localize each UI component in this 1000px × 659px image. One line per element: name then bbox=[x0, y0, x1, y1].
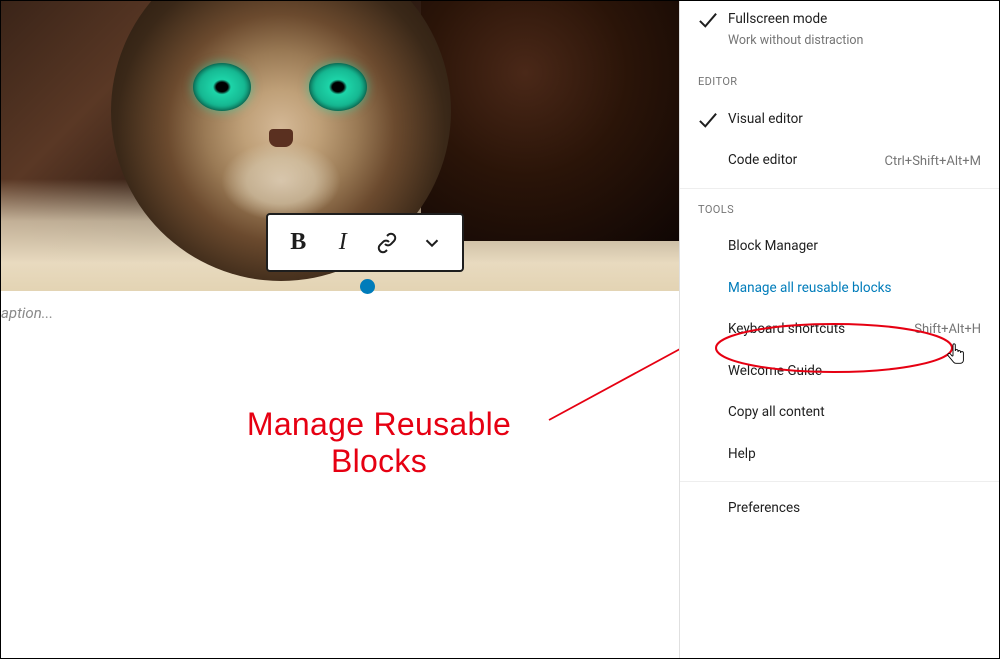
link-button[interactable] bbox=[369, 225, 405, 261]
menu-item-label: Code editor bbox=[728, 151, 877, 171]
menu-item-label: Welcome Guide bbox=[728, 362, 981, 382]
menu-preferences[interactable]: Preferences bbox=[680, 488, 999, 530]
link-icon bbox=[375, 231, 399, 255]
menu-keyboard-shortcuts[interactable]: Keyboard shortcuts Shift+Alt+H bbox=[680, 309, 999, 351]
menu-item-label: Preferences bbox=[728, 499, 981, 519]
section-header-tools: TOOLS bbox=[680, 188, 999, 226]
chevron-down-icon bbox=[421, 232, 443, 254]
menu-manage-reusable-blocks[interactable]: Manage all reusable blocks bbox=[680, 268, 999, 310]
menu-item-label: Help bbox=[728, 445, 981, 465]
menu-item-label: Copy all content bbox=[728, 403, 981, 423]
menu-code-editor[interactable]: Code editor Ctrl+Shift+Alt+M bbox=[680, 140, 999, 182]
annotation-label: Manage Reusable Blocks bbox=[209, 406, 549, 480]
menu-copy-all-content[interactable]: Copy all content bbox=[680, 392, 999, 434]
menu-item-shortcut: Ctrl+Shift+Alt+M bbox=[885, 154, 981, 169]
caption-input[interactable]: aption... bbox=[1, 304, 53, 322]
menu-block-manager[interactable]: Block Manager bbox=[680, 226, 999, 268]
menu-item-title: Fullscreen mode bbox=[728, 9, 981, 30]
menu-item-shortcut: Shift+Alt+H bbox=[914, 322, 981, 337]
menu-visual-editor[interactable]: Visual editor bbox=[680, 98, 999, 140]
menu-item-subtitle: Work without distraction bbox=[728, 32, 981, 50]
bold-button[interactable]: B bbox=[280, 225, 316, 261]
menu-fullscreen-mode[interactable]: Fullscreen mode Work without distraction bbox=[680, 1, 999, 57]
check-icon bbox=[697, 111, 719, 129]
menu-item-label: Block Manager bbox=[728, 237, 981, 257]
menu-item-label: Keyboard shortcuts bbox=[728, 320, 906, 340]
more-formatting-button[interactable] bbox=[414, 225, 450, 261]
menu-help[interactable]: Help bbox=[680, 434, 999, 476]
italic-button[interactable]: I bbox=[325, 225, 361, 261]
options-menu: Fullscreen mode Work without distraction… bbox=[679, 1, 999, 658]
menu-item-label: Manage all reusable blocks bbox=[728, 279, 981, 299]
menu-divider bbox=[680, 481, 999, 482]
section-header-editor: EDITOR bbox=[680, 61, 999, 98]
check-icon bbox=[697, 11, 719, 29]
block-format-toolbar: B I bbox=[266, 213, 464, 272]
resize-handle[interactable] bbox=[360, 279, 375, 294]
menu-item-label: Visual editor bbox=[728, 110, 981, 130]
menu-welcome-guide[interactable]: Welcome Guide bbox=[680, 351, 999, 393]
editor-canvas: B I aption... Manage Reusable Blocks bbox=[1, 1, 681, 658]
